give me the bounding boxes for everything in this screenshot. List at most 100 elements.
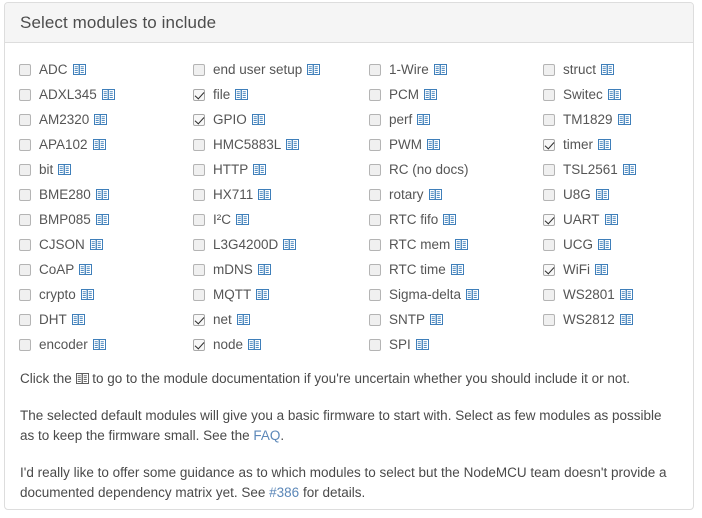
book-icon[interactable]: [93, 139, 106, 150]
module-item[interactable]: UART: [543, 207, 694, 232]
module-checkbox[interactable]: [543, 139, 555, 151]
module-checkbox[interactable]: [543, 164, 555, 176]
module-checkbox[interactable]: [19, 114, 31, 126]
module-item[interactable]: timer: [543, 132, 694, 157]
module-checkbox[interactable]: [543, 189, 555, 201]
module-checkbox[interactable]: [543, 214, 555, 226]
module-item[interactable]: TSL2561: [543, 157, 694, 182]
module-checkbox[interactable]: [369, 189, 381, 201]
module-checkbox[interactable]: [19, 189, 31, 201]
module-item[interactable]: RTC time: [369, 257, 543, 282]
book-icon[interactable]: [102, 89, 115, 100]
book-icon[interactable]: [307, 64, 320, 75]
module-item[interactable]: bit: [19, 157, 193, 182]
book-icon[interactable]: [427, 139, 440, 150]
module-item[interactable]: 1-Wire: [369, 57, 543, 82]
module-item[interactable]: APA102: [19, 132, 193, 157]
book-icon[interactable]: [598, 139, 611, 150]
faq-link[interactable]: FAQ: [253, 428, 280, 443]
module-item[interactable]: HX711: [193, 182, 369, 207]
module-item[interactable]: RC (no docs): [369, 157, 543, 182]
module-checkbox[interactable]: [369, 339, 381, 351]
book-icon[interactable]: [236, 214, 249, 225]
module-checkbox[interactable]: [19, 64, 31, 76]
book-icon[interactable]: [443, 214, 456, 225]
module-checkbox[interactable]: [369, 139, 381, 151]
module-item[interactable]: Switec: [543, 82, 694, 107]
module-checkbox[interactable]: [369, 89, 381, 101]
module-item[interactable]: encoder: [19, 332, 193, 357]
module-item[interactable]: MQTT: [193, 282, 369, 307]
module-item[interactable]: UCG: [543, 232, 694, 257]
module-item[interactable]: I²C: [193, 207, 369, 232]
module-checkbox[interactable]: [543, 314, 555, 326]
book-icon[interactable]: [90, 239, 103, 250]
book-icon[interactable]: [601, 64, 614, 75]
module-item[interactable]: WS2812: [543, 307, 694, 332]
module-item[interactable]: AM2320: [19, 107, 193, 132]
module-checkbox[interactable]: [19, 264, 31, 276]
module-checkbox[interactable]: [193, 289, 205, 301]
module-item[interactable]: node: [193, 332, 369, 357]
book-icon[interactable]: [58, 164, 71, 175]
book-icon[interactable]: [283, 239, 296, 250]
module-checkbox[interactable]: [193, 64, 205, 76]
module-checkbox[interactable]: [19, 314, 31, 326]
module-item[interactable]: WS2801: [543, 282, 694, 307]
module-item[interactable]: struct: [543, 57, 694, 82]
module-checkbox[interactable]: [19, 164, 31, 176]
module-checkbox[interactable]: [19, 214, 31, 226]
book-icon[interactable]: [417, 114, 430, 125]
book-icon[interactable]: [434, 64, 447, 75]
book-icon[interactable]: [620, 314, 633, 325]
issue-386-link[interactable]: #386: [269, 485, 299, 500]
module-checkbox[interactable]: [369, 64, 381, 76]
module-checkbox[interactable]: [369, 289, 381, 301]
book-icon[interactable]: [596, 189, 609, 200]
module-checkbox[interactable]: [369, 114, 381, 126]
module-checkbox[interactable]: [19, 239, 31, 251]
module-checkbox[interactable]: [543, 239, 555, 251]
book-icon[interactable]: [618, 114, 631, 125]
book-icon[interactable]: [605, 214, 618, 225]
book-icon[interactable]: [256, 289, 269, 300]
book-icon[interactable]: [253, 164, 266, 175]
book-icon[interactable]: [429, 189, 442, 200]
module-checkbox[interactable]: [369, 214, 381, 226]
module-checkbox[interactable]: [369, 239, 381, 251]
book-icon[interactable]: [248, 339, 261, 350]
book-icon[interactable]: [96, 189, 109, 200]
module-checkbox[interactable]: [19, 339, 31, 351]
book-icon[interactable]: [466, 289, 479, 300]
module-item[interactable]: RTC fifo: [369, 207, 543, 232]
book-icon[interactable]: [94, 114, 107, 125]
module-item[interactable]: PCM: [369, 82, 543, 107]
book-icon[interactable]: [73, 64, 86, 75]
module-item[interactable]: DHT: [19, 307, 193, 332]
module-checkbox[interactable]: [543, 89, 555, 101]
module-item[interactable]: HTTP: [193, 157, 369, 182]
module-item[interactable]: ADXL345: [19, 82, 193, 107]
module-item[interactable]: CoAP: [19, 257, 193, 282]
module-item[interactable]: mDNS: [193, 257, 369, 282]
module-item[interactable]: BME280: [19, 182, 193, 207]
module-item[interactable]: perf: [369, 107, 543, 132]
book-icon[interactable]: [598, 239, 611, 250]
module-checkbox[interactable]: [193, 164, 205, 176]
module-item[interactable]: file: [193, 82, 369, 107]
book-icon[interactable]: [258, 264, 271, 275]
module-checkbox[interactable]: [543, 289, 555, 301]
module-item[interactable]: L3G4200D: [193, 232, 369, 257]
module-checkbox[interactable]: [19, 289, 31, 301]
module-checkbox[interactable]: [193, 314, 205, 326]
module-checkbox[interactable]: [19, 139, 31, 151]
module-checkbox[interactable]: [193, 214, 205, 226]
module-checkbox[interactable]: [543, 64, 555, 76]
book-icon[interactable]: [79, 264, 92, 275]
book-icon[interactable]: [430, 314, 443, 325]
module-item[interactable]: net: [193, 307, 369, 332]
book-icon[interactable]: [286, 139, 299, 150]
module-item[interactable]: SNTP: [369, 307, 543, 332]
book-icon[interactable]: [252, 114, 265, 125]
module-checkbox[interactable]: [369, 264, 381, 276]
